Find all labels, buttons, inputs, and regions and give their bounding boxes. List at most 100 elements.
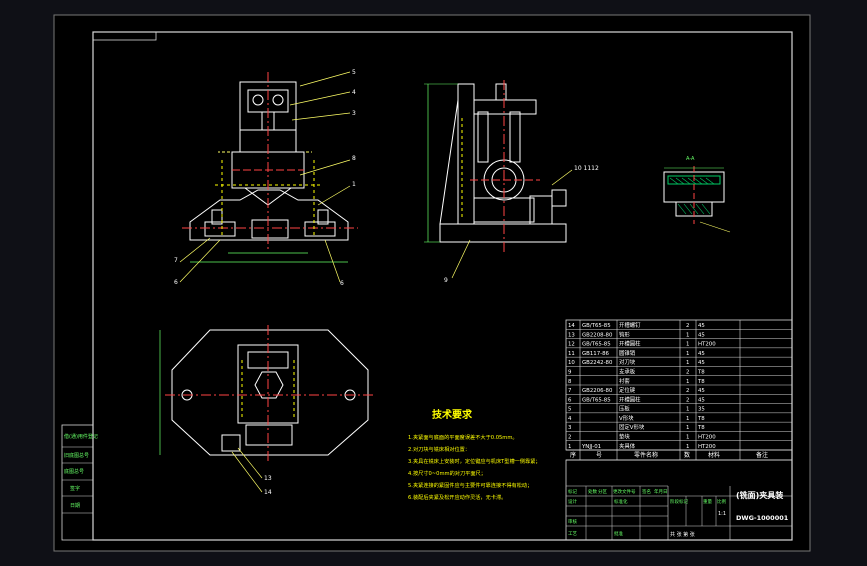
drawing-title: (铣面)夹具装 — [736, 490, 783, 500]
parts-list-cell: GB/T65-85 — [582, 342, 611, 348]
parts-list-cell: 4 — [568, 416, 572, 422]
tb-label-design: 设计 — [568, 498, 577, 505]
parts-list-cell: 45 — [698, 360, 705, 366]
tb-label-process: 工艺 — [568, 531, 577, 537]
tb-label-zone: 分区 — [598, 488, 607, 495]
parts-list-cell: 2 — [686, 323, 689, 329]
parts-list-cell: 1 — [568, 444, 571, 450]
tech-req-title: 技术要求 — [432, 408, 473, 421]
parts-list-cell: T8 — [697, 370, 705, 376]
parts-list-cell: 1 — [686, 351, 689, 357]
parts-list-cell: YNJJ-01 — [581, 444, 601, 450]
tech-req-item-3: 3.夹具在铣床上安装时，定位键应与机床T型槽一侧靠紧； — [408, 457, 541, 465]
tb-label-standard: 标准化 — [614, 498, 628, 505]
parts-list-cell: 14 — [568, 323, 575, 329]
parts-list-cell: T8 — [697, 379, 705, 385]
parts-list-cell: 2 — [686, 388, 689, 394]
parts-list-cell: 35 — [698, 407, 705, 413]
tb-label-count: 处数 — [588, 488, 597, 495]
parts-list-cell: 5 — [568, 407, 571, 413]
parts-list-cell: 45 — [698, 332, 705, 338]
parts-list-cell: GB/T65-85 — [582, 397, 611, 403]
parts-list-cell: 垫块 — [619, 433, 630, 441]
tb-label-change: 更改文件号 — [613, 488, 636, 495]
parts-list-cell: 2 — [686, 370, 689, 376]
tb-label-date: 年月日 — [654, 488, 668, 495]
parts-list-cell: 1 — [686, 435, 689, 441]
balloon-top-14: 14 — [264, 489, 272, 496]
tb-scale-value: 1:1 — [718, 511, 726, 517]
balloon-front-5: 5 — [352, 69, 356, 76]
parts-list-cell: 圆锥销 — [619, 349, 636, 357]
header-index: 序 — [570, 451, 576, 459]
parts-list-cell: 11 — [568, 351, 575, 357]
parts-list-cell: 钩形 — [619, 330, 630, 338]
revision-label-0: 借(通)用件登记 — [64, 433, 98, 440]
parts-list-cell: 7 — [568, 388, 571, 394]
tb-label-weight: 重量 — [703, 498, 712, 505]
revision-label-1: 旧底图总号 — [64, 452, 89, 459]
parts-list-cell: 开槽圆柱 — [619, 395, 641, 403]
parts-list-cell: 1 — [686, 407, 689, 413]
parts-list-cell: 固定V形块 — [619, 423, 645, 431]
parts-list-cell: T8 — [697, 416, 705, 422]
tb-label-mark: 标记 — [568, 488, 577, 495]
parts-list-cell: 定位键 — [619, 386, 636, 394]
revision-label-4: 日期 — [70, 503, 80, 509]
parts-list-cell: V形块 — [619, 414, 634, 422]
parts-list-cell: GB2242-80 — [582, 360, 613, 366]
parts-list-cell: 1 — [686, 332, 689, 338]
parts-list-cell: 45 — [698, 397, 705, 403]
parts-list-cell: 45 — [698, 351, 705, 357]
parts-list-cell: GB117-86 — [582, 351, 610, 357]
tech-req-item-6: 6.装配后夹紧及松开应动作灵活，无卡滞。 — [408, 493, 506, 501]
parts-list-cell: 1 — [686, 360, 689, 366]
parts-list-cell: 8 — [568, 379, 572, 385]
parts-list-cell: 13 — [568, 332, 575, 338]
parts-list-cell: 3 — [568, 425, 571, 431]
sheet-info: 共 张 第 张 — [670, 531, 695, 538]
parts-list-cell: 10 — [568, 360, 575, 366]
parts-list-cell: 1 — [686, 379, 689, 385]
tech-req-item-5: 5.夹紧连接的紧固件应与主要件可靠连接不得有松动； — [408, 481, 532, 489]
parts-list-cell: HT200 — [698, 342, 716, 348]
parts-list-cell: 支承板 — [619, 368, 636, 376]
balloon-front-4: 4 — [352, 89, 356, 96]
cad-drawing-canvas[interactable]: 借(通)用件登记 旧底图总号 底图总号 签字 日期 5 4 3 8 1 7 6 … — [0, 0, 867, 562]
balloon-top-13: 13 — [264, 475, 272, 482]
parts-list-cell: 1 — [686, 425, 689, 431]
balloon-front-1: 1 — [352, 181, 356, 188]
parts-list-cell: 2 — [686, 397, 689, 403]
parts-list-cell: 对刀块 — [619, 358, 636, 366]
parts-list-cell: GB2206-80 — [582, 388, 613, 394]
header-code: 号 — [596, 452, 602, 459]
parts-list-cell: 开槽螺钉 — [619, 321, 641, 329]
fixture-assembly-drawing: 借(通)用件登记 旧底图总号 底图总号 签字 日期 5 4 3 8 1 7 6 … — [53, 14, 811, 552]
tb-label-scale: 比例 — [717, 498, 726, 505]
revision-label-3: 签字 — [70, 485, 80, 492]
tb-label-approve: 批准 — [614, 530, 623, 537]
balloon-front-3: 3 — [352, 110, 356, 117]
tech-req-item-2: 2.对刀块与铣床相对位置： — [408, 445, 470, 453]
parts-list-cell: 45 — [698, 323, 705, 329]
tech-req-item-1: 1.夹紧面与底面的平面度误差不大于0.05mm。 — [408, 433, 518, 441]
parts-list-cell: 6 — [568, 397, 572, 403]
tech-req-item-4: 4.按尺寸0~0mm的对刀平面尺； — [408, 469, 486, 477]
drawing-number: DWG-1000001 — [736, 514, 789, 522]
parts-list-cell: T8 — [697, 425, 705, 431]
parts-list-cell: 12 — [568, 342, 575, 348]
parts-list-cell: GB/T65-85 — [582, 323, 611, 329]
parts-list-cell: 夹具体 — [619, 442, 636, 450]
revision-label-2: 底图总号 — [64, 468, 84, 475]
tb-label-review: 审核 — [568, 518, 577, 525]
balloon-front-6b: 6 — [340, 280, 344, 287]
parts-list-cell: 开槽圆柱 — [619, 340, 641, 348]
parts-list-cell: HT200 — [698, 435, 716, 441]
header-material: 材料 — [708, 451, 720, 459]
parts-list-cell: 9 — [568, 370, 572, 376]
parts-list-cell: 压板 — [619, 405, 630, 413]
parts-list-cell: 1 — [686, 444, 689, 450]
header-name: 零件名称 — [634, 451, 658, 459]
parts-list-cell: 1 — [686, 416, 689, 422]
tb-label-sign: 签名 — [642, 488, 651, 495]
